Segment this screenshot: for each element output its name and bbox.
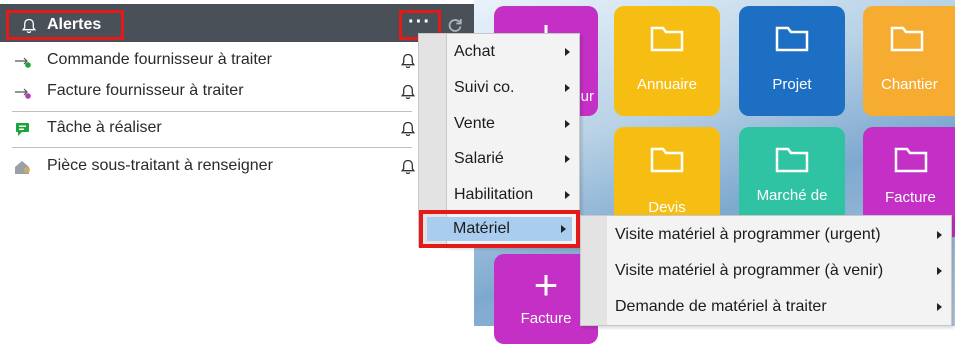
menu-item-salarie[interactable]: Salarié [447,142,579,176]
tile-label: Annuaire [636,76,698,93]
menu-item-achat[interactable]: Achat [447,35,579,69]
menu-item-label: Vente [454,115,495,132]
alerts-panel: Alertes ··· Commande fournisseur à trait… [0,0,474,326]
submenu-arrow-icon [937,267,942,275]
menu-item-vente[interactable]: Vente [447,107,579,141]
alert-row[interactable]: Commande fournisseur à traiter [0,46,420,76]
alert-label: Tâche à réaliser [47,119,162,136]
folder-icon [650,147,684,173]
plus-icon: + [533,261,559,308]
submenu-item-visite-urgent[interactable]: Visite matériel à programmer (urgent) [607,217,951,253]
alerts-header: Alertes ··· [0,4,474,42]
submenu-arrow-icon [561,225,566,233]
divider [12,111,412,112]
submenu-arrow-icon [565,155,570,163]
menu-item-materiel[interactable]: Matériel [419,210,580,248]
submenu-arrow-icon [565,120,570,128]
bell-snooze-icon[interactable] [400,159,416,175]
bell-snooze-icon[interactable] [400,121,416,137]
submenu-item-demande-materiel[interactable]: Demande de matériel à traiter [607,289,951,325]
submenu-arrow-icon [937,303,942,311]
submenu-item-label: Demande de matériel à traiter [615,298,827,315]
task-comment-icon [16,123,29,136]
submenu-item-visite-a-venir[interactable]: Visite matériel à programmer (à venir) [607,253,951,289]
folder-icon [775,147,809,173]
arrow-right-green-dot-icon [15,57,31,68]
tile-label: Marché de [756,187,828,204]
alert-row[interactable]: Facture fournisseur à traiter [0,77,420,107]
tile-label: Devis [648,199,686,216]
menu-item-label: Matériel [453,220,510,237]
tile-label: Chantier [881,76,938,93]
menu-item-label: Achat [454,43,495,60]
bell-icon [21,18,37,34]
folder-icon [775,26,809,52]
submenu-icon-strip [581,216,607,325]
submenu-arrow-icon [565,84,570,92]
tile-annuaire[interactable]: Annuaire [614,6,720,116]
submenu-arrow-icon [565,48,570,56]
more-icon: ··· [408,11,431,33]
submenu-item-label: Visite matériel à programmer (à venir) [615,262,884,279]
alerts-title-highlight[interactable]: Alertes [6,10,124,40]
tile-label: Facture [885,189,936,206]
alert-label: Facture fournisseur à traiter [47,82,244,99]
menu-item-label: Salarié [454,150,504,167]
bell-snooze-icon[interactable] [400,53,416,69]
menu-item-habilitation[interactable]: Habilitation [447,178,579,212]
folder-icon [890,26,924,52]
tile-chantier[interactable]: Chantier [863,6,955,116]
house-user-icon [15,161,30,174]
bell-snooze-icon[interactable] [400,84,416,100]
folder-icon [650,26,684,52]
menu-item-label: Habilitation [454,186,534,203]
tile-projet[interactable]: Projet [739,6,845,116]
folder-icon [894,147,928,173]
tile-label: Projet [772,76,812,93]
refresh-icon[interactable] [447,17,463,33]
divider [12,147,412,148]
submenu-arrow-icon [937,231,942,239]
arrow-right-purple-dot-icon [15,88,31,99]
submenu-materiel: Visite matériel à programmer (urgent) Vi… [580,215,952,326]
alert-row[interactable]: Tâche à réaliser [0,114,420,144]
submenu-item-label: Visite matériel à programmer (urgent) [615,226,881,243]
menu-item-label: Suivi co. [454,79,515,96]
alert-label: Commande fournisseur à traiter [47,51,272,68]
alert-row[interactable]: Pièce sous-traitant à renseigner [0,152,420,182]
alerts-title: Alertes [47,16,102,33]
alert-label: Pièce sous-traitant à renseigner [47,157,273,174]
submenu-arrow-icon [565,191,570,199]
menu-item-suivi-co[interactable]: Suivi co. [447,71,579,105]
